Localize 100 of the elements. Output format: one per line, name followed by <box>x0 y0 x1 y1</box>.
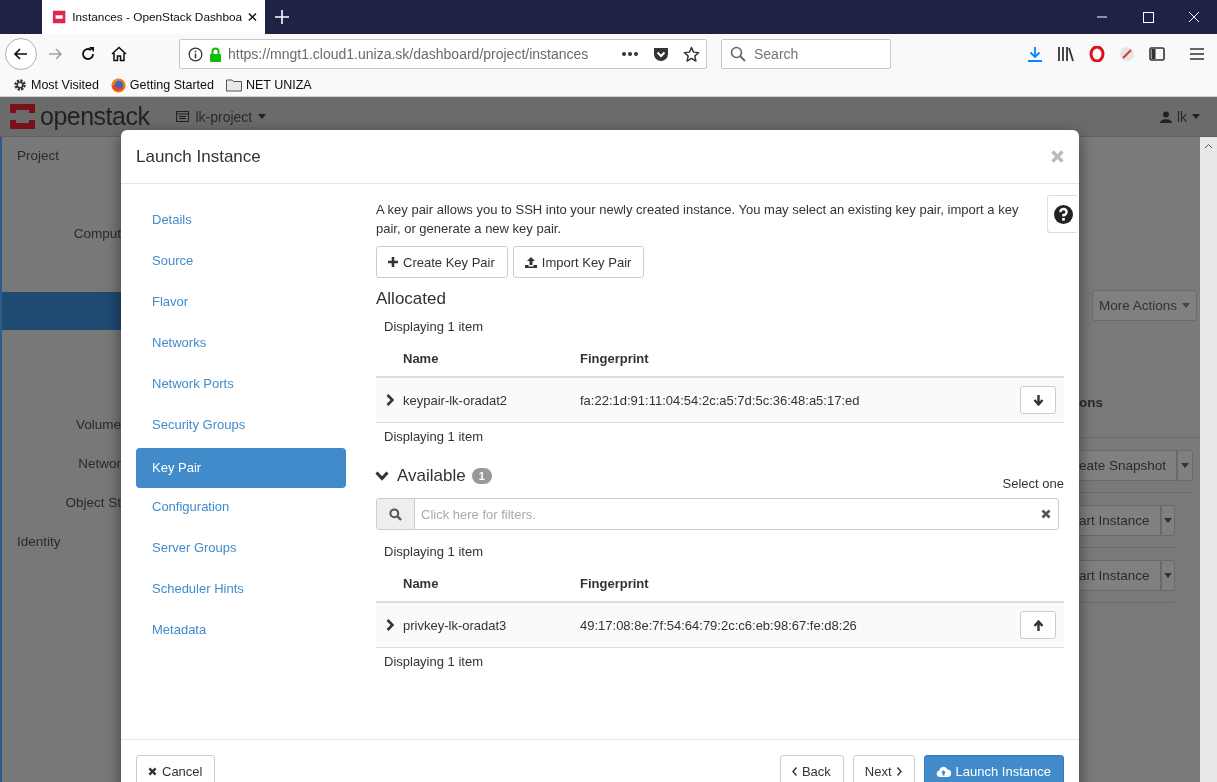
wizard-step[interactable]: Network Ports <box>136 363 346 404</box>
search-input[interactable]: Search <box>754 46 874 62</box>
tab-favicon <box>52 9 67 25</box>
sidebar-item[interactable]: Volume <box>2 406 121 444</box>
globe-icon <box>110 77 126 93</box>
wizard-step[interactable]: Networks <box>136 322 346 363</box>
reload-icon[interactable] <box>80 46 96 62</box>
lock-icon <box>209 46 222 62</box>
back-button[interactable] <box>5 38 37 70</box>
info-icon[interactable] <box>188 46 203 62</box>
back-button[interactable]: Back <box>779 755 844 782</box>
star-icon[interactable] <box>683 45 700 63</box>
user-menu[interactable]: lk <box>1159 108 1200 125</box>
logo-icon <box>10 104 35 129</box>
row-action-button[interactable]: eate Snapshot <box>1079 449 1178 481</box>
caret-icon <box>1182 303 1190 308</box>
expand-icon[interactable] <box>385 394 394 406</box>
item-count: Displaying 1 item <box>383 428 484 446</box>
wizard-step[interactable]: Server Groups <box>136 527 346 568</box>
column-header: Fingerprint <box>580 350 650 366</box>
clear-icon[interactable] <box>1041 509 1051 519</box>
caret-icon <box>1163 572 1172 578</box>
row-action-button[interactable]: art Instance <box>1079 504 1161 536</box>
user-icon <box>1159 110 1172 123</box>
menu-icon[interactable] <box>1189 47 1205 61</box>
item-count: Displaying 1 item <box>383 318 484 336</box>
wizard-step[interactable]: Details <box>136 199 346 240</box>
caret-icon <box>258 114 267 119</box>
close-icon <box>148 766 157 776</box>
sidebar-icon[interactable] <box>1149 46 1165 62</box>
arrow-left-icon <box>13 46 29 62</box>
sidebar-item[interactable]: Object St <box>2 484 121 522</box>
browser-tab[interactable]: Instances - OpenStack Dashboa <box>42 0 265 34</box>
table-cell-text: keypair-lk-oradat2 <box>403 392 509 408</box>
bookmark[interactable]: NET UNIZA <box>225 78 312 92</box>
window-icon <box>176 111 190 122</box>
row-action-button[interactable]: art Instance <box>1079 559 1161 591</box>
download-icon[interactable] <box>1027 46 1043 62</box>
row-action-dropdown[interactable] <box>1177 449 1193 481</box>
close-tab-icon[interactable] <box>248 12 257 22</box>
library-icon[interactable] <box>1057 46 1075 62</box>
caret-icon <box>1192 114 1200 119</box>
section-heading[interactable]: Available <box>397 462 466 490</box>
chevron-left-icon <box>791 766 797 776</box>
column-header: Name <box>403 575 440 591</box>
pocket-icon[interactable] <box>653 46 669 62</box>
plus-icon <box>388 257 398 267</box>
address-bar[interactable]: https://mngt1.cloud1.uniza.sk/dashboard/project/instances <box>179 39 707 69</box>
arrow-down-icon <box>1032 394 1044 406</box>
sidebar-item[interactable]: Networ <box>2 445 121 483</box>
sidebar-section[interactable]: Project <box>2 137 121 175</box>
more-icon[interactable] <box>621 51 639 57</box>
new-tab-icon[interactable] <box>275 10 289 24</box>
more-actions-button[interactable]: More Actions <box>1092 290 1197 321</box>
wizard-step[interactable]: Metadata <box>136 609 346 650</box>
project-selector[interactable]: lk-project <box>176 108 267 125</box>
item-count: Displaying 1 item <box>383 653 484 671</box>
bookmark[interactable]: Most Visited <box>13 78 99 92</box>
folder-icon <box>225 78 242 92</box>
search-field[interactable]: Search <box>721 39 891 69</box>
expand-icon[interactable] <box>385 619 394 631</box>
wizard-step[interactable]: Security Groups <box>136 404 346 445</box>
upload-icon <box>524 256 537 268</box>
scroll-up-icon[interactable] <box>1204 143 1213 149</box>
wizard-step[interactable]: Flavor <box>136 281 346 322</box>
action-button[interactable]: Create Key Pair <box>376 246 508 278</box>
home-icon[interactable] <box>111 46 127 62</box>
help-button[interactable] <box>1047 195 1078 233</box>
chevron-down-icon[interactable] <box>374 471 389 481</box>
allocate-button[interactable] <box>1020 611 1056 639</box>
cancel-button[interactable]: Cancel <box>136 755 216 782</box>
chevron-right-icon <box>896 766 902 776</box>
cloud-upload-icon <box>935 765 951 777</box>
wizard-step[interactable]: Configuration <box>136 486 346 527</box>
action-button[interactable]: Import Key Pair <box>512 246 645 278</box>
table-cell-text: fa:22:1d:91:11:04:54:2c:a5:7d:5c:36:48:a5:17:ed <box>580 392 861 408</box>
deallocate-button[interactable] <box>1020 386 1056 414</box>
ring-icon[interactable] <box>1089 46 1105 62</box>
launch-instance-button[interactable]: Launch Instance <box>923 755 1064 782</box>
gear-icon <box>13 78 27 92</box>
help-icon <box>1053 204 1073 224</box>
section-heading: Allocated <box>376 288 447 310</box>
wizard-step[interactable]: Scheduler Hints <box>136 568 346 609</box>
item-count: Displaying 1 item <box>383 543 484 561</box>
dialog-title: Launch Instance <box>136 146 262 167</box>
caret-icon <box>1181 462 1190 468</box>
count-badge: 1 <box>471 468 492 484</box>
next-button[interactable]: Next <box>852 755 915 782</box>
bookmark[interactable]: Getting Started <box>110 77 214 93</box>
sidebar-item[interactable]: Comput <box>2 215 121 253</box>
sidebar-section[interactable]: Identity <box>2 523 121 561</box>
arrow-up-icon <box>1032 619 1044 631</box>
column-header: Name <box>403 350 440 366</box>
url-text: https://mngt1.cloud1.uniza.sk/dashboard/project/instances <box>228 46 590 62</box>
caret-icon <box>1163 517 1172 523</box>
wizard-step[interactable]: Source <box>136 240 346 281</box>
description-text: A key pair allows you to SSH into your newly created instance. You may select an existing key pair, import a key pair, or generate a new key pair. <box>376 201 1020 238</box>
selection-hint: Select one <box>1002 475 1064 491</box>
wizard-step[interactable]: Key Pair <box>136 448 346 488</box>
logo: openstack <box>10 102 150 131</box>
